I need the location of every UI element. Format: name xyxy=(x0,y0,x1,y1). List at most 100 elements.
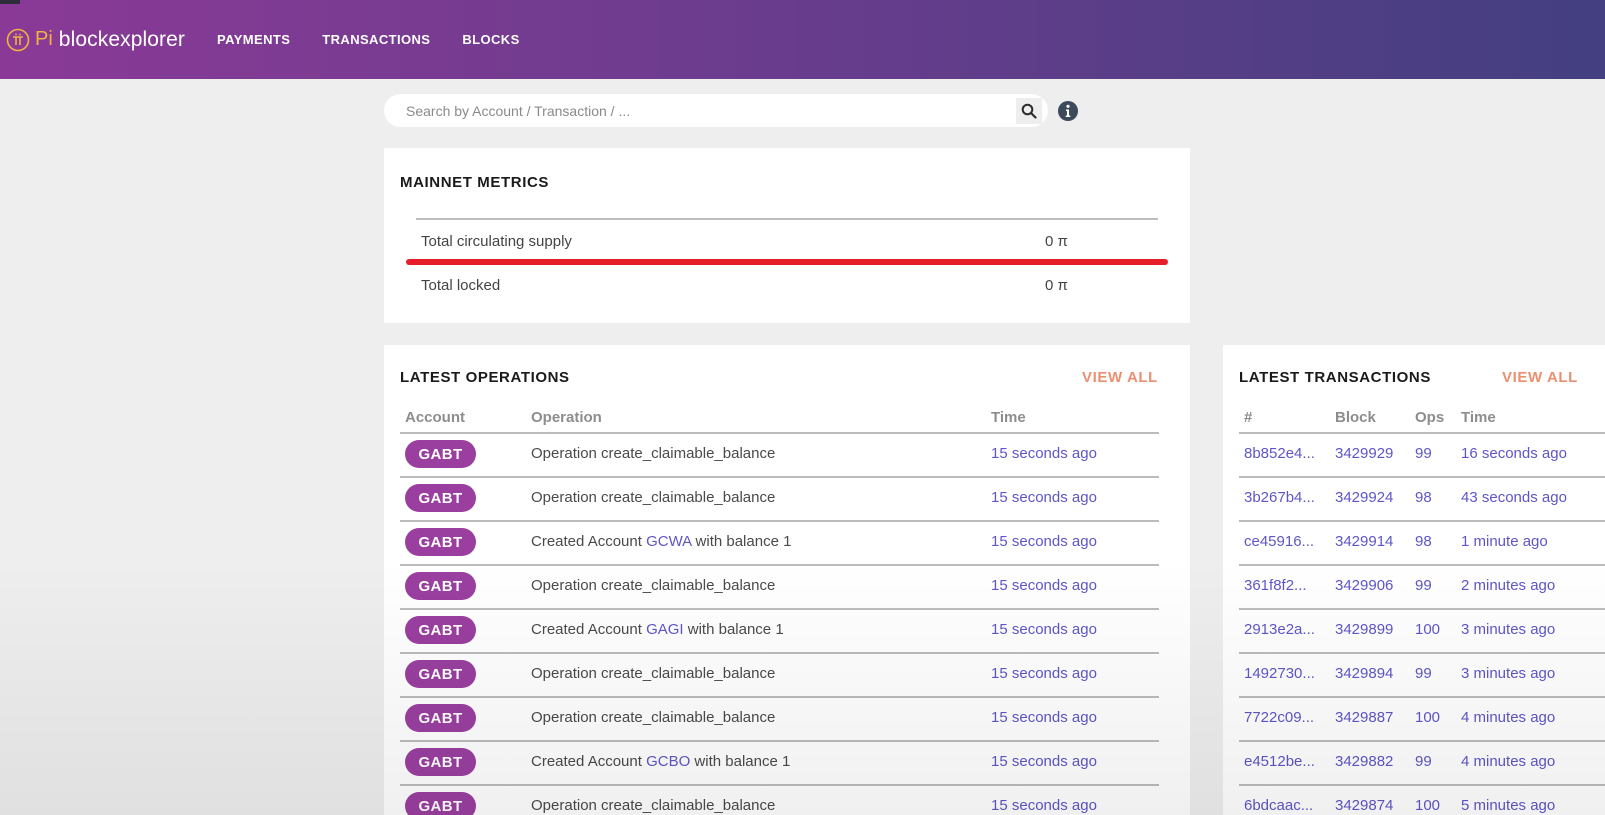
transactions-title: LATEST TRANSACTIONS xyxy=(1239,369,1431,386)
red-highlight-line xyxy=(406,259,1168,265)
tx-block-link[interactable]: 3429894 xyxy=(1335,665,1393,682)
tx-hash-link[interactable]: 361f8f2... xyxy=(1244,577,1307,594)
operation-text: Created Account GCWA with balance 1 xyxy=(531,533,791,550)
tx-time-link[interactable]: 3 minutes ago xyxy=(1461,665,1555,682)
account-link[interactable]: GCWA xyxy=(646,533,691,550)
account-badge[interactable]: GABT xyxy=(405,616,476,644)
tx-time-link[interactable]: 16 seconds ago xyxy=(1461,445,1567,462)
tx-time-link[interactable]: 43 seconds ago xyxy=(1461,489,1567,506)
tx-hash-link[interactable]: ce45916... xyxy=(1244,533,1314,550)
logo-brand-text: blockexplorer xyxy=(58,27,185,51)
col-block: Block xyxy=(1335,409,1376,426)
account-badge[interactable]: GABT xyxy=(405,572,476,600)
account-link[interactable]: GCBO xyxy=(646,753,690,770)
account-badge[interactable]: GABT xyxy=(405,528,476,556)
info-icon[interactable] xyxy=(1057,100,1079,122)
tx-time-link[interactable]: 1 minute ago xyxy=(1461,533,1548,550)
operation-time-link[interactable]: 15 seconds ago xyxy=(991,577,1097,594)
tx-ops-count: 98 xyxy=(1415,489,1432,506)
tx-hash-link[interactable]: 1492730... xyxy=(1244,665,1315,682)
tx-time-link[interactable]: 4 minutes ago xyxy=(1461,753,1555,770)
operation-time-link[interactable]: 15 seconds ago xyxy=(991,489,1097,506)
metric-label-locked: Total locked xyxy=(421,277,501,294)
nav-payments[interactable]: PAYMENTS xyxy=(217,32,290,47)
metric-label-circulating: Total circulating supply xyxy=(421,233,572,250)
tx-hash-link[interactable]: 2913e2a... xyxy=(1244,621,1315,638)
account-badge[interactable]: GABT xyxy=(405,748,476,776)
latest-operations-card: LATEST OPERATIONS VIEW ALL Account Opera… xyxy=(384,345,1190,815)
operations-title: LATEST OPERATIONS xyxy=(400,369,570,386)
operation-text-suffix: with balance 1 xyxy=(683,621,784,638)
operation-text-prefix: Operation create_claimable_balance xyxy=(531,489,776,506)
logo-pi-text: Pi xyxy=(35,28,53,50)
table-row-divider xyxy=(400,608,1159,610)
tx-time-link[interactable]: 5 minutes ago xyxy=(1461,797,1555,814)
nav-transactions[interactable]: TRANSACTIONS xyxy=(322,32,430,47)
table-row-divider xyxy=(400,476,1159,478)
tx-block-link[interactable]: 3429929 xyxy=(1335,445,1393,462)
table-row-divider xyxy=(1239,608,1605,610)
tx-hash-link[interactable]: 7722c09... xyxy=(1244,709,1314,726)
operation-time-link[interactable]: 15 seconds ago xyxy=(991,533,1097,550)
tx-block-link[interactable]: 3429914 xyxy=(1335,533,1393,550)
search-bar xyxy=(384,94,1048,127)
tx-time-link[interactable]: 3 minutes ago xyxy=(1461,621,1555,638)
operation-text: Operation create_claimable_balance xyxy=(531,709,775,726)
table-row-divider xyxy=(400,520,1159,522)
operations-view-all-link[interactable]: VIEW ALL xyxy=(1082,369,1158,386)
tx-block-link[interactable]: 3429899 xyxy=(1335,621,1393,638)
account-badge[interactable]: GABT xyxy=(405,792,476,815)
operation-time-link[interactable]: 15 seconds ago xyxy=(991,665,1097,682)
search-input[interactable] xyxy=(384,94,1016,127)
operation-time-link[interactable]: 15 seconds ago xyxy=(991,445,1097,462)
table-row-divider xyxy=(1239,740,1605,742)
operation-text-prefix: Operation create_claimable_balance xyxy=(531,797,776,814)
operation-text-suffix: with balance 1 xyxy=(690,753,791,770)
tx-hash-link[interactable]: e4512be... xyxy=(1244,753,1315,770)
tx-block-link[interactable]: 3429887 xyxy=(1335,709,1393,726)
tx-block-link[interactable]: 3429906 xyxy=(1335,577,1393,594)
account-badge[interactable]: GABT xyxy=(405,440,476,468)
operation-time-link[interactable]: 15 seconds ago xyxy=(991,621,1097,638)
latest-transactions-card: LATEST TRANSACTIONS VIEW ALL # Block Ops… xyxy=(1223,345,1605,815)
tx-hash-link[interactable]: 3b267b4... xyxy=(1244,489,1315,506)
account-link[interactable]: GAGI xyxy=(646,621,684,638)
table-row-divider xyxy=(1239,432,1605,434)
table-row-divider xyxy=(400,652,1159,654)
tx-ops-count: 99 xyxy=(1415,665,1432,682)
operation-time-link[interactable]: 15 seconds ago xyxy=(991,709,1097,726)
window-corner-mark xyxy=(0,0,20,4)
operation-time-link[interactable]: 15 seconds ago xyxy=(991,797,1097,814)
metric-value-circulating: 0 π xyxy=(1045,233,1068,250)
tx-block-link[interactable]: 3429882 xyxy=(1335,753,1393,770)
col-hash: # xyxy=(1244,409,1253,426)
search-button[interactable] xyxy=(1016,97,1042,124)
account-badge[interactable]: GABT xyxy=(405,484,476,512)
nav-blocks[interactable]: BLOCKS xyxy=(462,32,519,47)
table-row-divider xyxy=(1239,696,1605,698)
tx-time-link[interactable]: 2 minutes ago xyxy=(1461,577,1555,594)
operation-text: Operation create_claimable_balance xyxy=(531,665,775,682)
tx-time-link[interactable]: 4 minutes ago xyxy=(1461,709,1555,726)
operation-text-prefix: Created Account xyxy=(531,621,647,638)
logo[interactable]: Pi blockexplorer xyxy=(6,25,185,55)
col-operation: Operation xyxy=(531,409,602,426)
mainnet-metrics-card: MAINNET METRICS Total circulating supply… xyxy=(384,148,1190,323)
account-badge[interactable]: GABT xyxy=(405,704,476,732)
transactions-view-all-link[interactable]: VIEW ALL xyxy=(1502,369,1578,386)
table-row-divider xyxy=(1239,784,1605,786)
tx-ops-count: 98 xyxy=(1415,533,1432,550)
operation-text: Created Account GAGI with balance 1 xyxy=(531,621,784,638)
operation-text-prefix: Operation create_claimable_balance xyxy=(531,577,776,594)
tx-ops-count: 99 xyxy=(1415,445,1432,462)
account-badge[interactable]: GABT xyxy=(405,660,476,688)
tx-hash-link[interactable]: 8b852e4... xyxy=(1244,445,1315,462)
operation-time-link[interactable]: 15 seconds ago xyxy=(991,753,1097,770)
col-time: Time xyxy=(991,409,1026,426)
metrics-divider xyxy=(416,218,1158,220)
operation-text-prefix: Operation create_claimable_balance xyxy=(531,445,776,462)
tx-block-link[interactable]: 3429924 xyxy=(1335,489,1393,506)
operation-text: Operation create_claimable_balance xyxy=(531,797,775,814)
tx-hash-link[interactable]: 6bdcaac... xyxy=(1244,797,1313,814)
tx-block-link[interactable]: 3429874 xyxy=(1335,797,1393,814)
